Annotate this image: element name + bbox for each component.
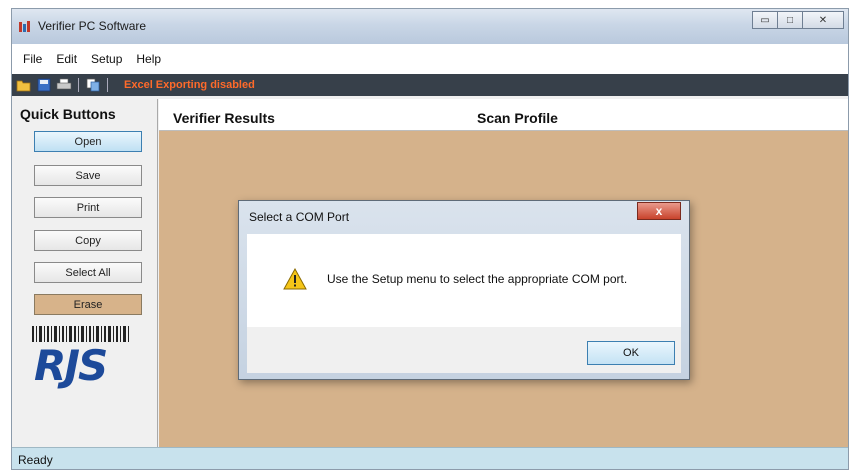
- menu-file[interactable]: File: [16, 52, 49, 66]
- save-icon[interactable]: [36, 78, 52, 92]
- menu-help[interactable]: Help: [129, 52, 168, 66]
- menu-edit[interactable]: Edit: [49, 52, 84, 66]
- quick-buttons-panel: Quick Buttons Open Save Print Copy Selec…: [12, 99, 158, 447]
- close-button[interactable]: ✕: [802, 11, 844, 29]
- print-icon[interactable]: [56, 78, 72, 92]
- dialog-title: Select a COM Port: [249, 210, 350, 224]
- menu-bar: File Edit Setup Help: [12, 44, 848, 74]
- rjs-logo-text: RJS: [34, 341, 108, 390]
- close-icon: x: [655, 204, 663, 218]
- toolbar-separator: [107, 78, 108, 92]
- erase-button[interactable]: Erase: [34, 294, 142, 315]
- toolbar: Excel Exporting disabled: [12, 74, 848, 96]
- minimize-button[interactable]: ▭: [752, 11, 778, 29]
- minimize-icon: ▭: [760, 14, 770, 26]
- dialog-message: Use the Setup menu to select the appropr…: [327, 272, 628, 286]
- copy-button[interactable]: Copy: [34, 230, 142, 251]
- open-button[interactable]: Open: [34, 131, 142, 152]
- copy-icon[interactable]: [85, 78, 101, 92]
- caption-buttons: ▭ □ ✕: [752, 11, 844, 29]
- maximize-button[interactable]: □: [777, 11, 803, 29]
- menu-setup[interactable]: Setup: [84, 52, 129, 66]
- status-text: Ready: [18, 453, 53, 467]
- status-bar: Ready: [12, 447, 848, 469]
- title-bar[interactable]: Verifier PC Software ▭ □ ✕: [12, 9, 848, 44]
- close-icon: ✕: [818, 14, 828, 26]
- print-button[interactable]: Print: [34, 197, 142, 218]
- app-icon: [19, 21, 30, 32]
- ok-button[interactable]: OK: [587, 341, 675, 365]
- dialog-footer: OK: [247, 327, 681, 373]
- scan-profile-heading: Scan Profile: [477, 110, 558, 126]
- com-port-dialog: Select a COM Port x Use the Setup menu t…: [238, 200, 690, 380]
- maximize-icon: □: [786, 14, 794, 26]
- toolbar-separator: [78, 78, 79, 92]
- results-header: Verifier Results Scan Profile: [159, 99, 848, 131]
- save-button[interactable]: Save: [34, 165, 142, 186]
- verifier-results-heading: Verifier Results: [173, 110, 275, 126]
- open-folder-icon[interactable]: [16, 78, 32, 92]
- excel-export-status: Excel Exporting disabled: [124, 79, 255, 91]
- select-all-button[interactable]: Select All: [34, 262, 142, 283]
- dialog-close-button[interactable]: x: [637, 202, 681, 220]
- quick-buttons-title: Quick Buttons: [20, 106, 116, 122]
- dialog-body: Use the Setup menu to select the appropr…: [247, 234, 681, 327]
- window-title: Verifier PC Software: [38, 19, 147, 33]
- warning-icon: [283, 268, 307, 290]
